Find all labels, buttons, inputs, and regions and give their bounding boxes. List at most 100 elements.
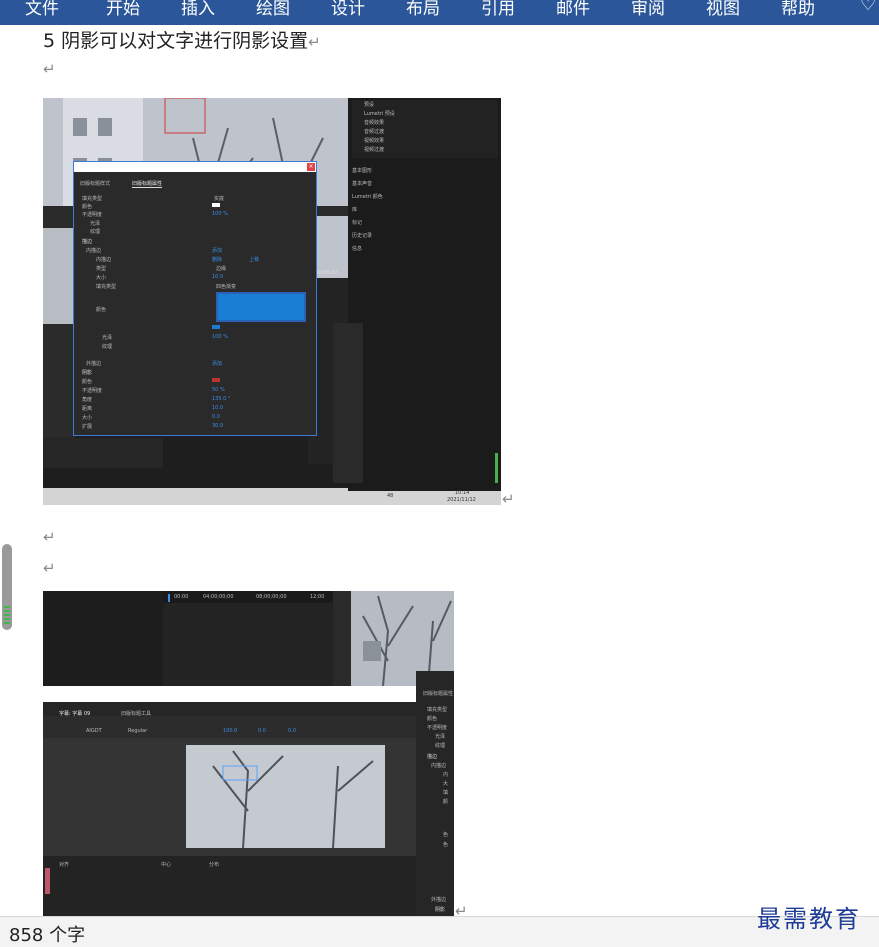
prop-value[interactable]: 30.0 — [212, 423, 223, 429]
title-properties-dialog: × 旧版标题样式 旧版标题属性 填充类型 颜色 不透明度 光泽 纹理 描边 内描… — [73, 161, 317, 436]
paragraph-mark: ↵ — [308, 33, 321, 51]
prop-label[interactable]: 外描边 — [86, 360, 101, 367]
panel-item[interactable]: 视频过渡 — [364, 146, 384, 153]
prop-label: 颜色 — [82, 204, 93, 210]
tab-title-tools[interactable]: 旧版标题工具 — [121, 710, 151, 717]
fill-type-dropdown[interactable]: 四色渐变 — [216, 283, 236, 290]
word-count[interactable]: 858 个字 — [9, 921, 85, 947]
tab-home[interactable]: 开始 — [106, 0, 140, 19]
font-style-dropdown[interactable]: Regular — [128, 728, 147, 734]
color-swatch[interactable] — [212, 378, 220, 382]
add-button[interactable]: 添加 — [212, 247, 222, 254]
prop-label: 色 — [443, 832, 449, 838]
prop-label[interactable]: 描边 — [82, 238, 92, 245]
timecode: 00;08;02 — [315, 270, 338, 276]
font-name-dropdown[interactable]: AIGDT — [86, 728, 102, 734]
prop-label: 颜色 — [427, 716, 438, 722]
tab-help[interactable]: 帮助 — [781, 0, 815, 19]
tab-layout[interactable]: 布局 — [406, 0, 440, 19]
vertical-scrollbar-thumb[interactable] — [2, 544, 12, 630]
timeline-label: 04;00;00;00 — [203, 594, 234, 600]
tab-mailings[interactable]: 邮件 — [556, 0, 590, 19]
add-button[interactable]: 添加 — [212, 360, 222, 367]
prop-value[interactable]: 135.0 ° — [212, 396, 230, 402]
status-bar: 858 个字 — [0, 916, 879, 947]
panel-section[interactable]: 基本图形 — [352, 167, 372, 174]
prop-label[interactable]: 内描边 — [86, 247, 101, 254]
leading-field[interactable]: 0.0 — [288, 728, 296, 734]
panel-section[interactable]: 基本声音 — [352, 180, 372, 187]
color-swatch[interactable] — [212, 203, 220, 207]
kerning-field[interactable]: 0.0 — [258, 728, 266, 734]
taskbar-tray: 48 — [387, 493, 394, 499]
panel-section[interactable]: 信息 — [352, 245, 362, 252]
prop-label[interactable]: 外描边 — [431, 896, 446, 903]
tab-legacy-title-styles[interactable]: 旧版标题样式 — [80, 180, 110, 187]
prop-label[interactable]: 阴影 — [82, 369, 92, 376]
panel-item[interactable]: Lumetri 预设 — [364, 110, 395, 117]
center-label: 中心 — [161, 862, 172, 868]
lightbulb-icon[interactable]: ♡ — [860, 0, 876, 15]
right-panel-title[interactable]: 旧版标题属性 — [423, 690, 453, 697]
close-icon[interactable]: × — [307, 163, 315, 171]
tab-review[interactable]: 审阅 — [631, 0, 665, 19]
prop-value[interactable]: 10.0 — [212, 274, 223, 280]
prop-label: 色 — [443, 842, 449, 848]
panel-section[interactable]: 历史记录 — [352, 232, 372, 239]
prop-label: 不透明度 — [82, 212, 103, 218]
prop-value[interactable]: 10.0 — [212, 405, 223, 411]
panel-item[interactable]: 预设 — [364, 101, 374, 108]
tab-references[interactable]: 引用 — [481, 0, 515, 19]
prop-label[interactable]: 描边 — [427, 753, 437, 760]
paragraph-mark: ↵ — [502, 490, 515, 508]
prop-label[interactable]: 内描边 — [431, 762, 446, 769]
panel-item[interactable]: 音频效果 — [364, 119, 384, 126]
embedded-screenshot-1[interactable]: 预设 Lumetri 预设 音频效果 音频过渡 视频效果 视频过渡 基本图形 基… — [43, 98, 501, 505]
prop-label: 大 — [443, 781, 449, 787]
prop-label[interactable]: 光泽 — [90, 220, 100, 227]
prop-value[interactable]: 100 % — [212, 334, 228, 340]
prop-label: 扩展 — [82, 424, 93, 430]
panel-section[interactable]: 库 — [352, 206, 357, 213]
panel-section[interactable]: Lumetri 颜色 — [352, 193, 383, 200]
paragraph-mark: ↵ — [43, 559, 56, 577]
tab-file[interactable]: 文件 — [25, 0, 59, 19]
prop-value[interactable]: 100 % — [212, 211, 228, 217]
prop-value[interactable]: 实底 — [214, 195, 224, 202]
prop-label: 大小 — [96, 275, 107, 281]
tab-insert[interactable]: 插入 — [181, 0, 215, 19]
tab-title[interactable]: 字幕: 字幕 09 — [59, 710, 90, 717]
prop-value[interactable]: 0.0 — [212, 414, 220, 420]
panel-item[interactable]: 音频过渡 — [364, 128, 384, 135]
prop-label: 颜色 — [96, 307, 107, 313]
tab-legacy-title-properties[interactable]: 旧版标题属性 — [132, 180, 163, 188]
prop-value[interactable]: 50 % — [212, 387, 225, 393]
delete-button[interactable]: 删除 — [212, 256, 222, 263]
prop-label[interactable]: 内 — [443, 771, 448, 778]
embedded-screenshot-2[interactable]: 00:00 04;00;00;00 08;00;00;00 12;00 字幕: … — [43, 591, 454, 916]
prop-label: 颜色 — [82, 379, 93, 385]
tab-draw[interactable]: 绘图 — [256, 0, 290, 19]
prop-label[interactable]: 阴影 — [435, 906, 445, 913]
prop-label: 填充类型 — [96, 284, 117, 290]
move-up-button[interactable]: 上移 — [249, 256, 259, 263]
panel-item[interactable]: 视频效果 — [364, 137, 384, 144]
tab-view[interactable]: 视图 — [706, 0, 740, 19]
prop-label[interactable]: 内描边 — [96, 256, 111, 263]
prop-label[interactable]: 纹理 — [435, 742, 445, 749]
prop-label[interactable]: 纹理 — [90, 228, 100, 235]
gradient-color-box[interactable] — [216, 292, 306, 322]
prop-label: 角度 — [82, 397, 93, 403]
prop-label[interactable]: 光泽 — [102, 334, 112, 341]
prop-label: 颜 — [443, 799, 449, 805]
panel-section[interactable]: 标记 — [352, 219, 362, 226]
font-size-field[interactable]: 100.0 — [223, 728, 237, 734]
prop-label: 填充类型 — [82, 196, 103, 202]
ribbon-bar: 文件 开始 插入 绘图 设计 布局 引用 邮件 审阅 视图 帮助 ♡ — [0, 0, 879, 25]
prop-label[interactable]: 光泽 — [435, 733, 445, 740]
prop-label[interactable]: 纹理 — [102, 343, 112, 350]
color-swatch[interactable] — [212, 325, 220, 329]
tab-design[interactable]: 设计 — [331, 0, 365, 19]
prop-label: 不透明度 — [82, 388, 103, 394]
prop-value[interactable]: 边缘 — [216, 265, 226, 272]
